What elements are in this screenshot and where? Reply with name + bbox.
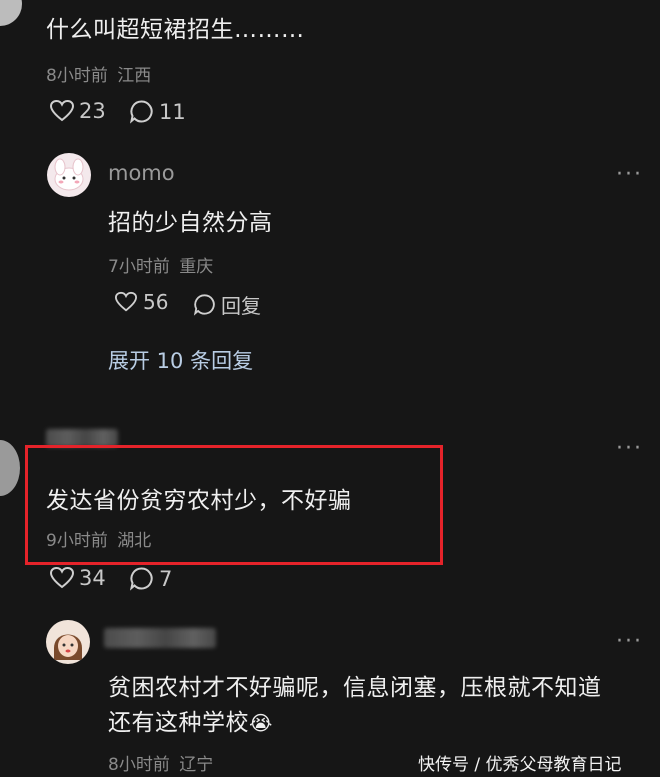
comment-meta: 8小时前 辽宁: [108, 750, 213, 775]
comment-text: 招的少自然分高: [108, 210, 273, 236]
username-redacted[interactable]: [104, 628, 216, 648]
avatar-comment-4[interactable]: [46, 620, 90, 664]
comment-text-line-2-text: 还有这种学校: [108, 710, 249, 736]
comment-location: 重庆: [179, 257, 214, 277]
avatar-comment-3[interactable]: [0, 440, 20, 496]
more-dots-icon[interactable]: ···: [616, 438, 643, 460]
crying-emoji: 😭: [249, 711, 273, 735]
reply-button[interactable]: 回复: [193, 290, 261, 319]
username[interactable]: momo: [108, 161, 175, 185]
more-dots-icon[interactable]: ···: [616, 164, 643, 186]
comment-text-line-1: 贫困农村才不好骗呢，信息闭塞，压根就不知道: [108, 675, 602, 701]
reply-label: 回复: [221, 294, 261, 318]
comment-bubble-icon: [129, 99, 154, 124]
comment-location: 湖北: [117, 531, 152, 551]
avatar-comment-1[interactable]: [0, 0, 22, 26]
reply-count: 11: [159, 99, 186, 124]
heart-icon: [114, 291, 138, 313]
like-button[interactable]: 56: [114, 290, 168, 314]
comment-text-line-2: 还有这种学校😭: [108, 703, 273, 737]
reply-count-button[interactable]: 7: [129, 566, 172, 591]
comment-time: 8小时前: [46, 66, 108, 86]
comment-meta: 8小时前 江西: [46, 61, 151, 86]
watermark: 快传号 / 优秀父母教育日记: [418, 755, 622, 775]
comment-time: 9小时前: [46, 531, 108, 551]
comment-text: 发达省份贫穷农村少，不好骗: [46, 488, 352, 514]
expand-replies-link[interactable]: 展开 10 条回复: [108, 345, 253, 375]
comment-time: 7小时前: [108, 257, 170, 277]
comment-meta: 9小时前 湖北: [46, 526, 151, 551]
more-dots-icon[interactable]: ···: [616, 631, 643, 653]
heart-icon: [49, 99, 75, 123]
like-count: 34: [79, 566, 106, 590]
comment-text: 什么叫超短裙招生………: [46, 17, 305, 43]
like-count: 56: [143, 290, 169, 314]
heart-icon: [49, 566, 75, 590]
comment-location: 江西: [117, 66, 152, 86]
like-count: 23: [79, 99, 106, 123]
comment-bubble-icon: [129, 566, 154, 591]
comment-location: 辽宁: [179, 755, 214, 775]
avatar-momo[interactable]: [47, 153, 91, 197]
comment-thread: 什么叫超短裙招生……… 8小时前 江西 23 11 momo ··· 招的少自然…: [0, 0, 660, 777]
like-button[interactable]: 23: [49, 99, 106, 123]
comment-meta: 7小时前 重庆: [108, 252, 213, 277]
comment-time: 8小时前: [108, 755, 170, 775]
like-button[interactable]: 34: [49, 566, 106, 590]
reply-count: 7: [159, 566, 173, 591]
comment-bubble-icon: [193, 293, 216, 316]
reply-count-button[interactable]: 11: [129, 99, 186, 124]
